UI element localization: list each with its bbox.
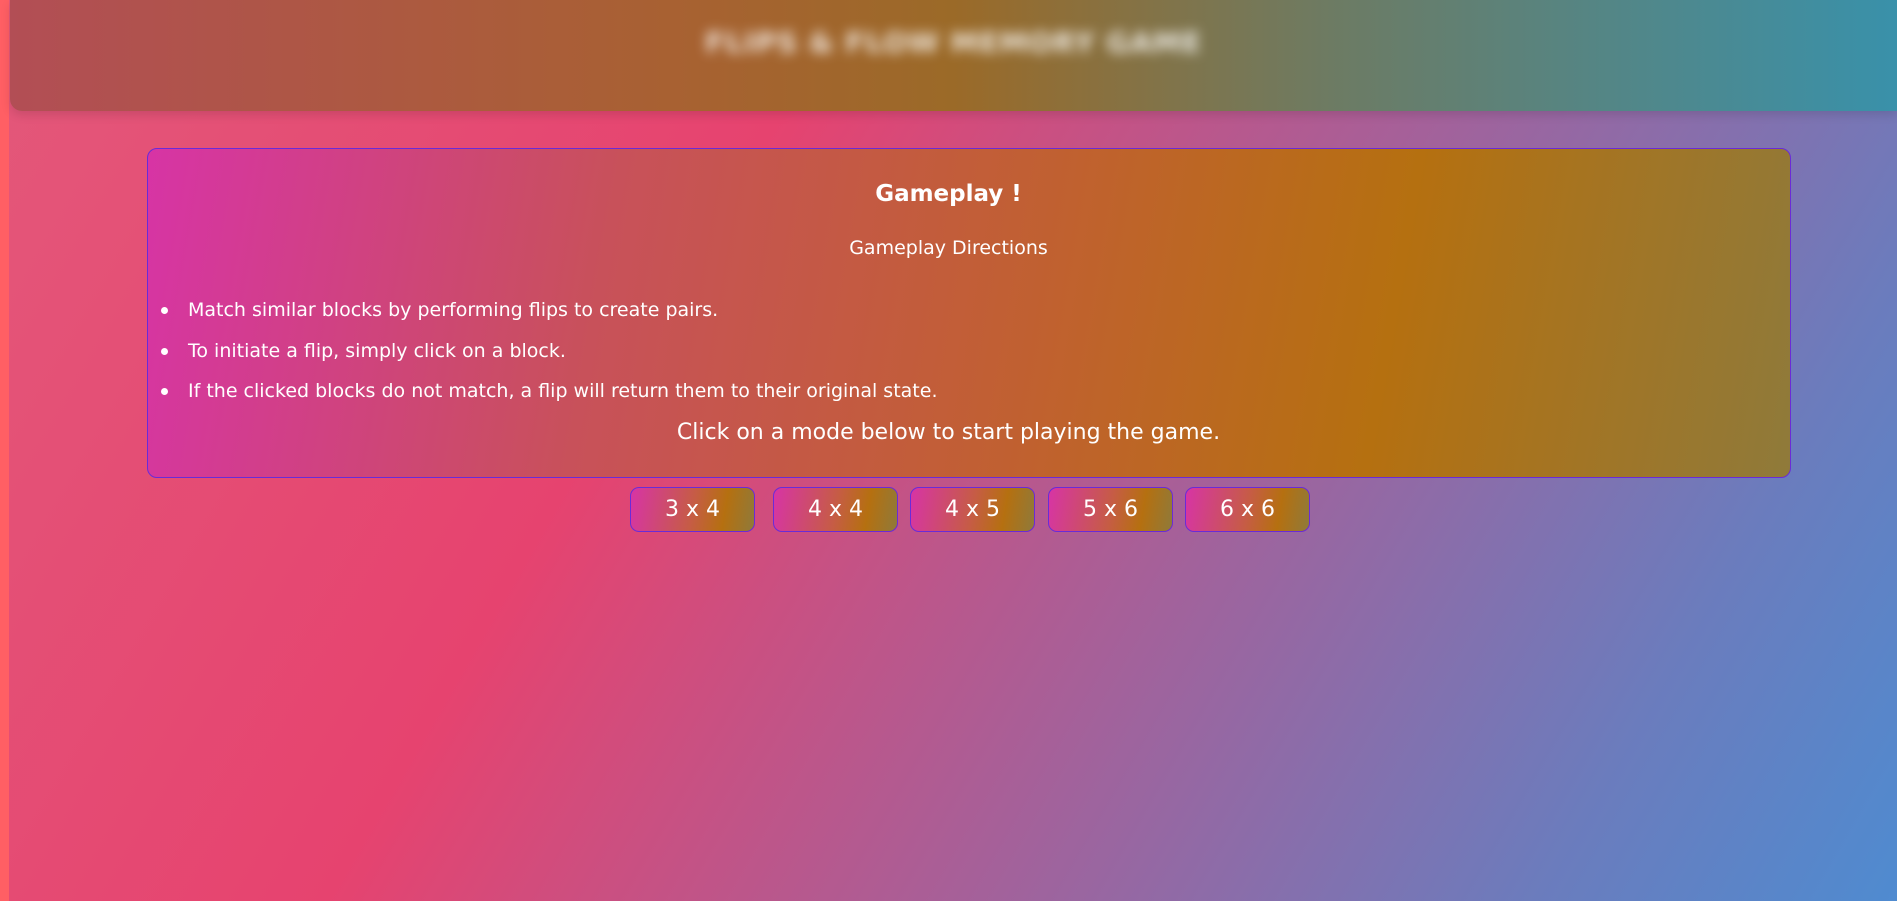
mode-button-5x6[interactable]: 5 x 6 [1048,487,1173,532]
directions-list: Match similar blocks by performing flips… [160,296,937,418]
mode-button-6x6[interactable]: 6 x 6 [1185,487,1310,532]
direction-item: Match similar blocks by performing flips… [160,296,937,337]
start-hint: Click on a mode below to start playing t… [676,420,1221,445]
mode-button-4x4[interactable]: 4 x 4 [773,487,898,532]
header-title: FLIPS & FLOW MEMORY GAME [705,26,1202,59]
mode-button-3x4[interactable]: 3 x 4 [630,487,755,532]
page-header: FLIPS & FLOW MEMORY GAME [10,0,1897,111]
left-edge-strip [0,0,9,901]
direction-item: If the clicked blocks do not match, a fl… [160,377,937,418]
mode-button-4x5[interactable]: 4 x 5 [910,487,1035,532]
direction-item: To initiate a flip, simply click on a bl… [160,337,937,378]
gameplay-title: Gameplay ! [875,181,1022,207]
mode-selector: 3 x 4 4 x 4 4 x 5 5 x 6 6 x 6 [0,487,1897,532]
gameplay-subtitle: Gameplay Directions [849,237,1048,259]
